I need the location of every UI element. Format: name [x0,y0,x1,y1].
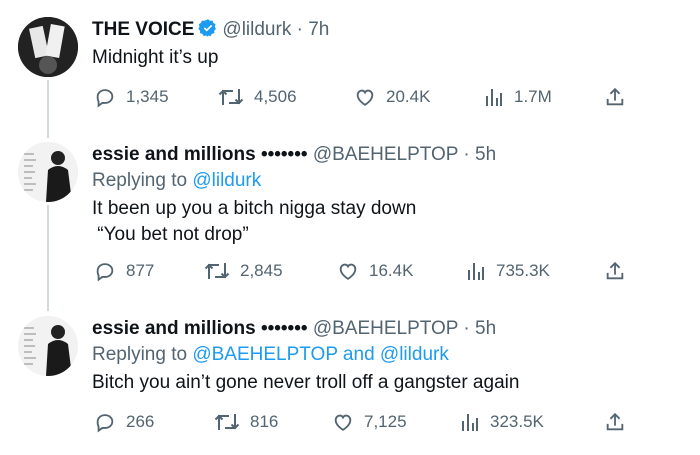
reply-button[interactable]: 266 [94,411,154,433]
views-button[interactable]: 1.7M [484,86,552,108]
share-button[interactable] [604,86,636,108]
retweet-button[interactable]: 816 [214,411,278,433]
like-count: 7,125 [364,412,407,431]
tweet-text: Midnight it’s up [92,47,219,68]
like-button[interactable]: 7,125 [332,411,407,433]
display-name[interactable]: essie and millions [92,318,256,339]
views-icon [466,260,496,282]
replying-to-label: Replying to [92,170,193,191]
share-button[interactable] [604,260,636,282]
avatar[interactable] [18,17,78,77]
views-icon [484,86,514,108]
timestamp[interactable]: · 5h [463,318,496,339]
tweet-header: essie and millions ••••••• @BAEHELPTOP ·… [92,143,496,167]
display-name-dots: ••••••• [260,144,308,165]
tweet-text: Bitch you ain’t gone never troll off a g… [92,372,520,393]
like-button[interactable]: 16.4K [337,260,413,282]
display-name-dots: ••••••• [260,318,308,339]
thread-line [47,205,49,311]
retweet-icon [218,86,254,108]
reply-button[interactable]: 877 [94,260,154,282]
views-count: 735.3K [496,261,550,280]
replying-and: and [337,344,380,365]
retweet-count: 2,845 [240,261,283,280]
timestamp[interactable]: · 5h [463,144,496,165]
tweet-text: It been up you a bitch nigga stay down “… [92,196,416,248]
retweet-icon [204,260,240,282]
timestamp[interactable]: · 7h [297,19,330,40]
replying-to-label: Replying to [92,344,193,365]
views-button[interactable]: 735.3K [466,260,550,282]
views-count: 323.5K [490,412,544,431]
tweet-text-line: It been up you a bitch nigga stay down [92,198,417,219]
reply-button[interactable]: 1,345 [94,86,169,108]
retweet-button[interactable]: 2,845 [204,260,283,282]
retweet-count: 4,506 [254,87,297,106]
retweet-icon [214,411,250,433]
tweet-text-line: “You bet not drop” [92,224,249,245]
reply-icon [94,411,126,433]
share-button[interactable] [604,411,636,433]
replying-to: Replying to @lildurk [92,169,261,193]
share-icon [604,260,636,282]
mention-link[interactable]: @BAEHELPTOP [192,344,337,365]
like-count: 16.4K [369,261,414,280]
like-count: 20.4K [386,87,431,106]
like-icon [354,86,386,108]
action-bar: 266 816 7,125 323.5K [0,411,700,437]
action-bar: 877 2,845 16.4K 735.3K [0,260,700,286]
tweet-header: THE VOICE @lildurk · 7h [92,18,329,45]
like-icon [332,411,364,433]
avatar[interactable] [18,142,78,202]
avatar[interactable] [18,316,78,376]
like-button[interactable]: 20.4K [354,86,430,108]
reply-count: 877 [126,261,155,280]
views-icon [460,411,490,433]
tweet-header: essie and millions ••••••• @BAEHELPTOP ·… [92,317,496,341]
views-count: 1.7M [514,87,552,106]
mention-link[interactable]: @lildurk [192,170,261,191]
handle[interactable]: @BAEHELPTOP [313,144,458,165]
views-button[interactable]: 323.5K [460,411,544,433]
display-name[interactable]: THE VOICE [92,19,194,40]
share-icon [604,411,636,433]
display-name[interactable]: essie and millions [92,144,256,165]
reply-icon [94,86,126,108]
reply-count: 266 [126,412,155,431]
handle[interactable]: @lildurk [222,19,291,40]
replying-to: Replying to @BAEHELPTOP and @lildurk [92,343,449,367]
mention-link[interactable]: @lildurk [380,344,449,365]
handle[interactable]: @BAEHELPTOP [313,318,458,339]
verified-badge-icon [198,18,218,45]
reply-icon [94,260,126,282]
retweet-count: 816 [250,412,279,431]
reply-count: 1,345 [126,87,169,106]
action-bar: 1,345 4,506 20.4K 1.7M [0,86,700,112]
like-icon [337,260,369,282]
share-icon [604,86,636,108]
retweet-button[interactable]: 4,506 [218,86,297,108]
